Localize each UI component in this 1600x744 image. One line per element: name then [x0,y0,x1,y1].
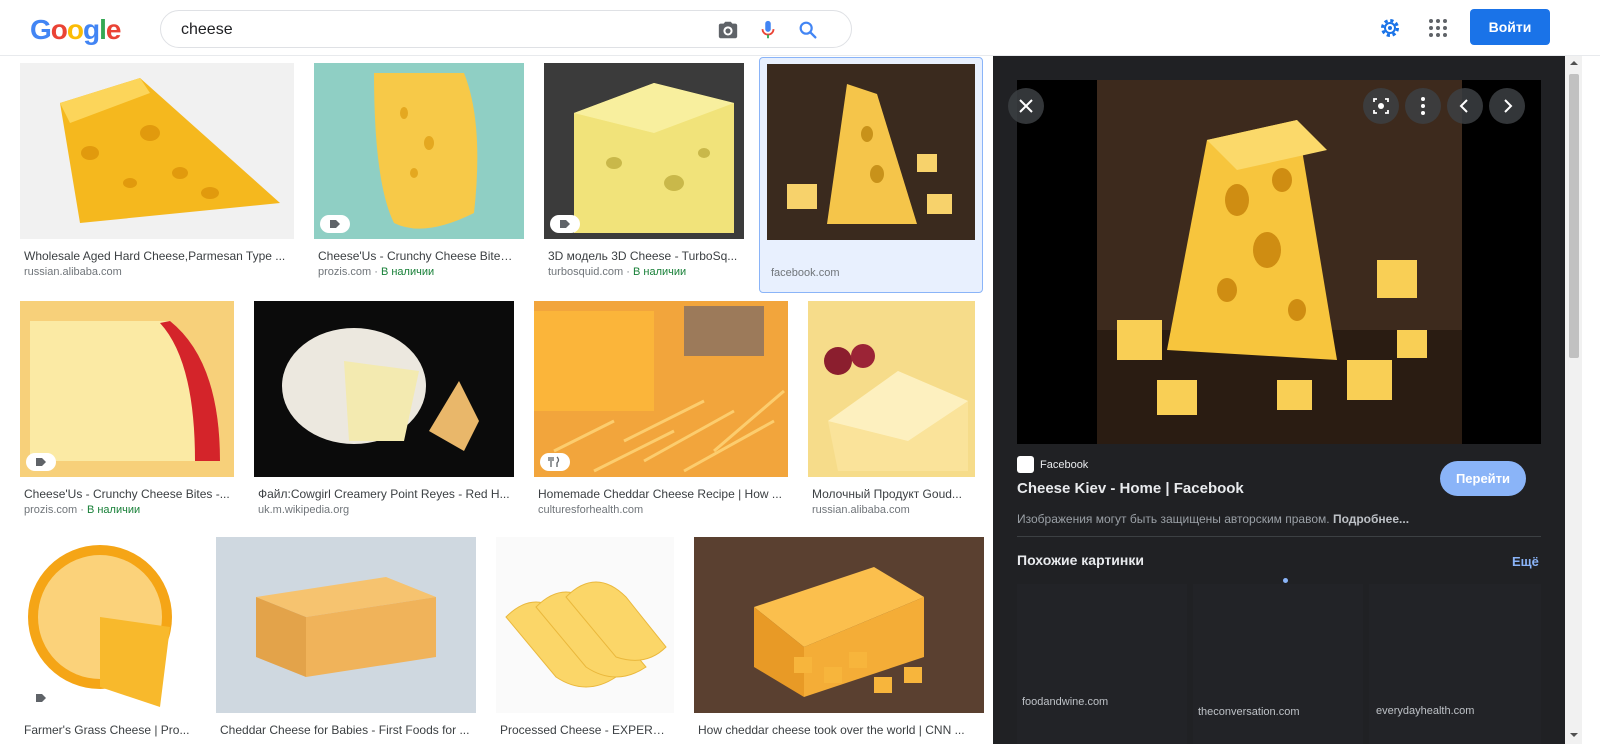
result-title[interactable]: How cheddar cheese took over the world |… [698,723,978,737]
tag-icon [26,689,56,707]
result-card[interactable]: How cheddar cheese took over the world |… [694,537,984,737]
lens-icon [1373,98,1389,114]
preview-title[interactable]: Cheese Kiev - Home | Facebook [1017,480,1244,497]
result-source: russian.alibaba.com [812,504,910,516]
gear-icon[interactable] [1378,16,1402,40]
result-thumbnail[interactable] [767,64,975,240]
result-source: russian.alibaba.com [24,266,122,278]
related-card[interactable]: everydayhealth.com [1369,584,1541,744]
apps-grid-icon[interactable] [1428,18,1448,38]
result-thumbnail[interactable] [20,537,196,713]
tag-icon [320,215,350,233]
result-card[interactable]: Processed Cheese - EXPERR... [496,537,674,737]
result-source: culturesforhealth.com [538,504,644,516]
tag-icon [26,453,56,471]
divider [1017,536,1541,537]
login-button[interactable]: Войти [1470,9,1550,45]
result-thumbnail[interactable] [544,63,744,239]
microphone-icon[interactable] [757,19,779,41]
search-box [160,10,852,48]
site-favicon [1017,456,1034,473]
related-card[interactable]: foodandwine.com [1017,584,1187,744]
result-thumbnail[interactable] [20,301,234,477]
result-card[interactable]: Молочный Продукт Goud... russian.alibaba… [808,301,983,525]
result-title[interactable]: Wholesale Aged Hard Cheese,Parmesan Type… [24,249,286,263]
search-icon[interactable] [797,19,819,41]
result-card[interactable]: Wholesale Aged Hard Cheese,Parmesan Type… [20,63,294,287]
result-card[interactable]: Cheddar Cheese for Babies - First Foods … [216,537,476,737]
more-related-link[interactable]: Ещё [1512,554,1539,569]
previous-button[interactable] [1447,88,1483,124]
related-card[interactable]: theconversation.com [1193,584,1363,744]
chevron-left-icon [1459,99,1468,113]
preview-image-frame [1008,80,1541,444]
next-button[interactable] [1489,88,1525,124]
result-title[interactable]: Cheddar Cheese for Babies - First Foods … [220,723,470,737]
lens-button[interactable] [1363,88,1399,124]
result-card[interactable]: Cheese'Us - Crunchy Cheese Bites ... pro… [314,63,524,287]
result-title[interactable]: Homemade Cheddar Cheese Recipe | How ... [538,487,784,501]
result-thumbnail[interactable] [694,537,984,713]
result-thumbnail[interactable] [254,301,514,477]
scroll-down-icon[interactable] [1568,730,1580,740]
result-card[interactable]: Файл:Cowgirl Creamery Point Reyes - Red … [254,301,514,525]
utensils-icon [540,453,570,471]
result-thumbnail[interactable] [808,301,975,477]
result-card[interactable]: 3D модель 3D Cheese - TurboSq... turbosq… [544,63,744,287]
result-thumbnail[interactable] [314,63,524,239]
more-options-button[interactable] [1405,88,1441,124]
result-thumbnail[interactable] [216,537,476,713]
search-input[interactable] [181,19,701,41]
camera-icon[interactable] [717,19,739,41]
result-card[interactable]: Cheese'Us - Crunchy Cheese Bites -... pr… [20,301,234,525]
result-thumbnail[interactable] [496,537,674,713]
result-source: turbosquid.com · В наличии [548,266,687,278]
result-title[interactable]: Молочный Продукт Goud... [812,487,972,501]
result-thumbnail[interactable] [534,301,788,477]
result-title[interactable]: Cheese'Us - Crunchy Cheese Bites -... [24,487,230,501]
related-source: foodandwine.com [1022,696,1109,708]
loading-spinner [1283,578,1288,583]
preview-image[interactable] [1097,80,1462,444]
close-button[interactable] [1008,88,1044,124]
related-source: theconversation.com [1198,706,1300,718]
more-vertical-icon [1421,97,1425,115]
learn-more-link[interactable]: Подробнее... [1333,512,1409,526]
result-card-selected[interactable]: facebook.com [759,57,983,293]
site-name[interactable]: Facebook [1040,459,1088,471]
result-title[interactable]: Cheese'Us - Crunchy Cheese Bites ... [318,249,518,263]
google-logo[interactable]: Google [30,14,121,46]
result-source: facebook.com [771,267,840,279]
result-source: prozis.com · В наличии [318,266,435,278]
result-source: prozis.com · В наличии [24,504,141,516]
result-card[interactable]: Farmer's Grass Cheese | Pro... [20,537,196,737]
related-source: everydayhealth.com [1376,705,1475,717]
result-title[interactable]: Файл:Cowgirl Creamery Point Reyes - Red … [258,487,510,501]
image-results-grid: Wholesale Aged Hard Cheese,Parmesan Type… [0,57,993,744]
scroll-up-icon[interactable] [1568,58,1580,68]
top-bar: Google Войти [0,0,1600,56]
result-card[interactable]: Homemade Cheddar Cheese Recipe | How ...… [534,301,788,525]
chevron-right-icon [1504,99,1513,113]
result-title[interactable]: 3D модель 3D Cheese - TurboSq... [548,249,740,263]
result-thumbnail[interactable] [20,63,294,239]
result-title[interactable]: Farmer's Grass Cheese | Pro... [24,723,194,737]
close-icon [1019,99,1033,113]
result-source: uk.m.wikipedia.org [258,504,350,516]
visit-button[interactable]: Перейти [1440,461,1526,496]
related-heading: Похожие картинки [1017,552,1144,568]
tag-icon [550,215,580,233]
result-title[interactable]: Processed Cheese - EXPERR... [500,723,670,737]
scrollbar-thumb[interactable] [1569,74,1579,358]
copyright-notice: Изображения могут быть защищены авторски… [1017,512,1410,526]
